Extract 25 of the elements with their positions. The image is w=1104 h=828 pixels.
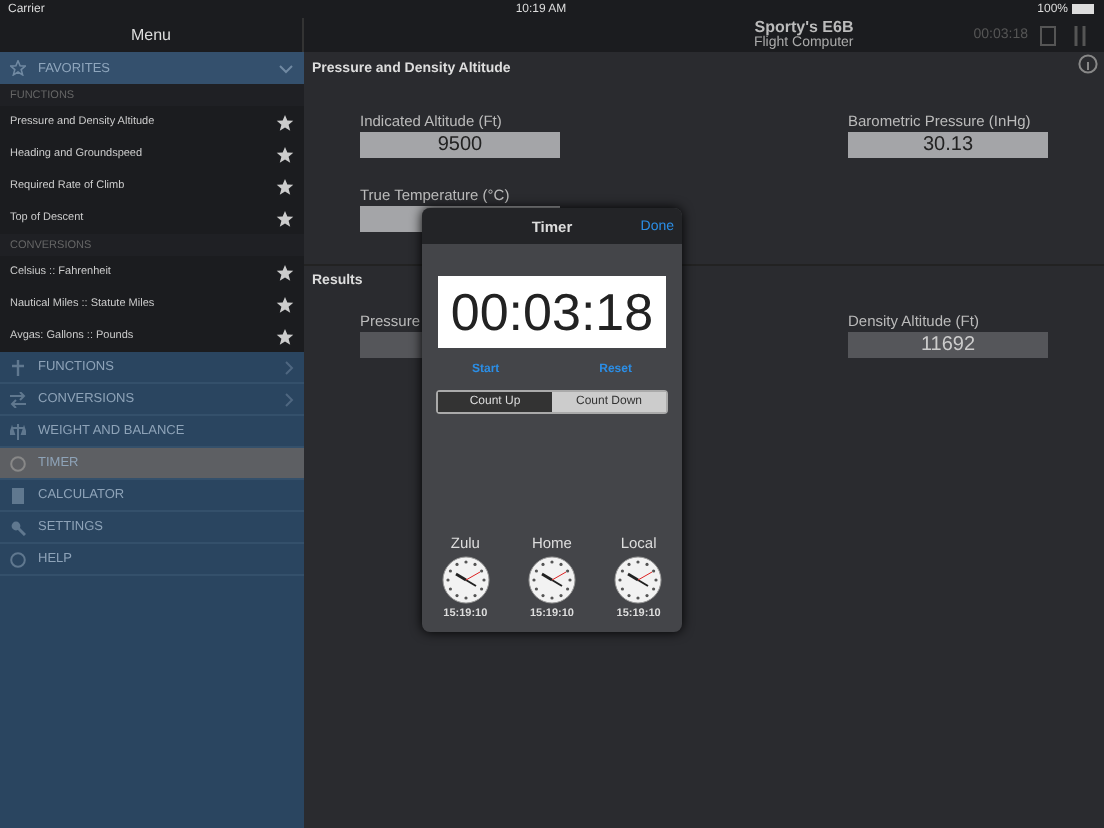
star-icon[interactable]: [276, 113, 294, 131]
clock-icon: [10, 455, 26, 471]
input-field[interactable]: 30.13: [848, 132, 1048, 158]
star-icon[interactable]: [276, 145, 294, 163]
arrows-icon: [10, 391, 26, 407]
info-icon[interactable]: [1078, 54, 1098, 74]
scale-icon: [10, 423, 26, 439]
star-icon[interactable]: [276, 263, 294, 281]
input-field[interactable]: 9500: [360, 132, 560, 158]
star-icon[interactable]: [276, 209, 294, 227]
star-icon[interactable]: [276, 327, 294, 345]
menu-title: Menu: [130, 26, 171, 44]
wrench-icon: [10, 519, 26, 535]
star-icon[interactable]: [276, 177, 294, 195]
result-field: 11692: [848, 332, 1048, 358]
app-title: Sporty's E6B: [754, 20, 854, 36]
clock-icon: [614, 556, 663, 604]
battery-icon: [1072, 4, 1096, 14]
clock-icon: [527, 556, 576, 604]
help-icon: [10, 551, 26, 567]
star-icon[interactable]: [276, 295, 294, 313]
clock-icon: [441, 556, 490, 604]
star-outline-icon: [10, 60, 26, 76]
chevron-down-icon: [278, 63, 294, 73]
timer-display: 00:03:18: [438, 276, 666, 348]
